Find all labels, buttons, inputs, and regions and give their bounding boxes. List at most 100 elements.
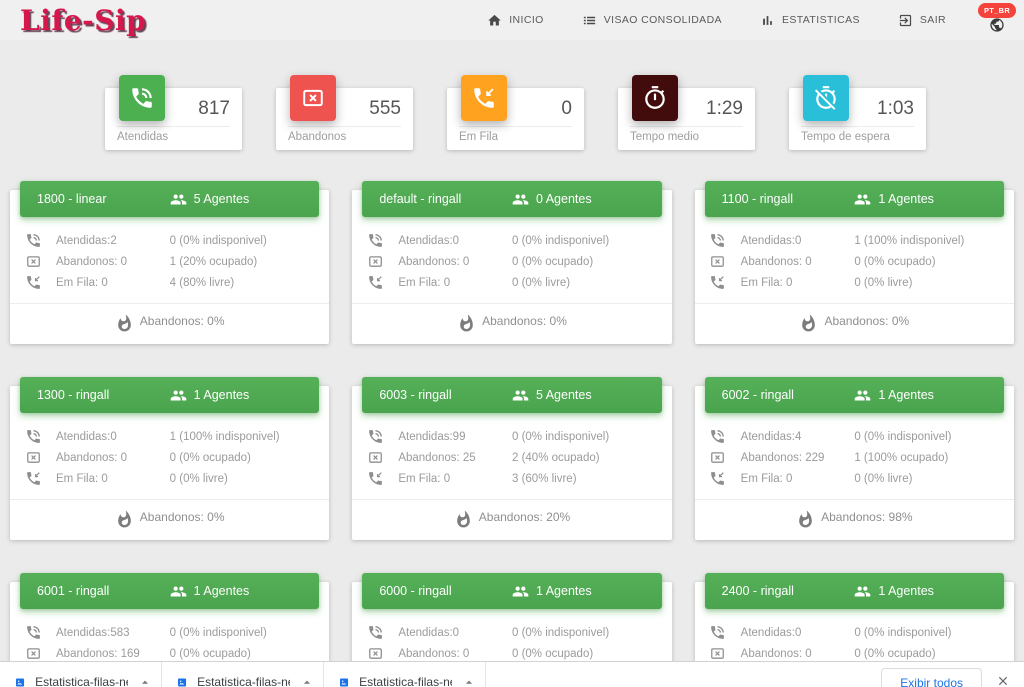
- queue-name: 6000 - ringall: [362, 584, 512, 598]
- queue-abandon-rate: Abandonos: 0%: [824, 314, 909, 328]
- queue-agents: 1 Agentes: [170, 387, 320, 404]
- queue-row-atendidas: Atendidas:583 0 (0% indisponivel): [10, 622, 329, 643]
- queue-agents: 0 Agentes: [512, 191, 662, 208]
- nav-item-sair[interactable]: SAIR: [898, 13, 946, 28]
- stopwatch-off-icon: [803, 75, 849, 121]
- queue-name: 1800 - linear: [20, 192, 170, 206]
- close-icon[interactable]: [996, 674, 1010, 687]
- queue-agents-label: 5 Agentes: [194, 192, 250, 206]
- queue-em-fila: Em Fila: 0: [741, 473, 855, 485]
- image-file-icon: [14, 674, 26, 687]
- globe-icon: [989, 17, 1005, 33]
- phone-ringing-icon: [25, 232, 42, 249]
- missed-call-icon: [709, 253, 726, 270]
- queue-atendidas: Atendidas:583: [56, 627, 170, 639]
- queue-abandonos: Abandonos: 0: [56, 452, 170, 464]
- queue-em-fila: Em Fila: 0: [741, 277, 855, 289]
- phone-ringing-icon: [709, 624, 726, 641]
- queue-abandon-rate: Abandonos: 0%: [140, 510, 225, 524]
- queue-atendidas: Atendidas:0: [398, 627, 512, 639]
- incoming-call-icon: [709, 274, 726, 291]
- queue-row-atendidas: Atendidas:0 0 (0% indisponivel): [352, 622, 671, 643]
- phone-ringing-icon: [25, 624, 42, 641]
- people-icon: [854, 387, 871, 404]
- brand-logo: Life-Sip: [20, 4, 146, 37]
- queue-row-em-fila: Em Fila: 0 0 (0% livre): [695, 468, 1014, 489]
- queue-indisponivel: 0 (0% indisponivel): [170, 627, 330, 639]
- queue-abandon-rate: Abandonos: 20%: [479, 510, 570, 524]
- queue-atendidas: Atendidas:0: [398, 235, 512, 247]
- queue-card: 6002 - ringall 1 Agentes Atendidas:4 0 (…: [695, 386, 1014, 540]
- list-icon: [582, 13, 597, 28]
- queue-agents: 1 Agentes: [854, 583, 1004, 600]
- queue-agents: 1 Agentes: [170, 583, 320, 600]
- phone-ringing-icon: [367, 624, 384, 641]
- flame-icon: [454, 510, 473, 529]
- queue-card-header: 6001 - ringall 1 Agentes: [20, 573, 319, 609]
- queue-card-body: Atendidas:99 0 (0% indisponivel) Abandon…: [352, 413, 671, 489]
- missed-call-icon: [367, 253, 384, 270]
- queue-card: default - ringall 0 Agentes Atendidas:0 …: [352, 190, 671, 344]
- nav-item-label: SAIR: [920, 14, 946, 26]
- nav-item-inicio[interactable]: INICIO: [487, 13, 544, 28]
- queue-card-header: default - ringall 0 Agentes: [362, 181, 661, 217]
- language-selector[interactable]: PT_BR: [984, 7, 1010, 33]
- people-icon: [170, 583, 187, 600]
- show-all-downloads-button[interactable]: Exibir todos: [881, 668, 982, 687]
- missed-call-icon: [25, 253, 42, 270]
- queue-ocupado: 1 (100% ocupado): [854, 452, 1014, 464]
- nav-item-visao-consolidada[interactable]: VISAO CONSOLIDADA: [582, 13, 722, 28]
- queue-row-atendidas: Atendidas:99 0 (0% indisponivel): [352, 426, 671, 447]
- queue-card-body: Atendidas:0 1 (100% indisponivel) Abando…: [10, 413, 329, 489]
- stat-label: Tempo de espera: [789, 127, 926, 143]
- download-item[interactable]: Estatistica-filas-ne....png: [324, 662, 486, 687]
- queue-ocupado: 0 (0% ocupado): [170, 452, 330, 464]
- queue-name: 2400 - ringall: [705, 584, 855, 598]
- queue-abandonos: Abandonos: 0: [741, 256, 855, 268]
- chevron-up-icon[interactable]: [461, 674, 477, 687]
- stat-label: Em Fila: [447, 127, 584, 143]
- queue-indisponivel: 0 (0% indisponivel): [512, 431, 672, 443]
- queue-card-footer: Abandonos: 98%: [695, 499, 1014, 540]
- queue-livre: 0 (0% livre): [170, 473, 330, 485]
- queue-agents: 5 Agentes: [512, 387, 662, 404]
- queue-livre: 3 (60% livre): [512, 473, 672, 485]
- queue-em-fila: Em Fila: 0: [56, 277, 170, 289]
- queue-atendidas: Atendidas:0: [741, 235, 855, 247]
- missed-call-icon: [367, 449, 384, 466]
- bar-chart-icon: [760, 13, 775, 28]
- queue-row-abandonos: Abandonos: 0 0 (0% ocupado): [10, 447, 329, 468]
- queue-atendidas: Atendidas:0: [741, 627, 855, 639]
- queue-em-fila: Em Fila: 0: [56, 473, 170, 485]
- phone-ringing-icon: [25, 428, 42, 445]
- download-filename: Estatistica-filas-ne....png: [35, 675, 128, 687]
- chevron-up-icon[interactable]: [137, 674, 153, 687]
- queue-ocupado: 1 (20% ocupado): [170, 256, 330, 268]
- chevron-up-icon[interactable]: [299, 674, 315, 687]
- queue-card-header: 6000 - ringall 1 Agentes: [362, 573, 661, 609]
- nav-item-estatisticas[interactable]: ESTATISTICAS: [760, 13, 860, 28]
- missed-call-icon: [709, 645, 726, 662]
- nav-item-label: VISAO CONSOLIDADA: [604, 14, 722, 26]
- queue-name: 6002 - ringall: [705, 388, 855, 402]
- queue-ocupado: 0 (0% ocupado): [512, 256, 672, 268]
- download-item[interactable]: Estatistica-filas-ne....png: [162, 662, 324, 687]
- queue-ocupado: 0 (0% ocupado): [512, 648, 672, 660]
- summary-stats: 817 Atendidas 555 Abandonos 0 Em Fila 1:…: [105, 88, 1024, 150]
- queue-card: 1300 - ringall 1 Agentes Atendidas:0 1 (…: [10, 386, 329, 540]
- incoming-call-icon: [25, 274, 42, 291]
- queue-indisponivel: 1 (100% indisponivel): [170, 431, 330, 443]
- queue-abandonos: Abandonos: 25: [398, 452, 512, 464]
- exit-icon: [898, 13, 913, 28]
- queue-row-abandonos: Abandonos: 25 2 (40% ocupado): [352, 447, 671, 468]
- queue-indisponivel: 0 (0% indisponivel): [512, 235, 672, 247]
- queue-card-header: 6003 - ringall 5 Agentes: [362, 377, 661, 413]
- queue-abandonos: Abandonos: 0: [398, 256, 512, 268]
- download-item[interactable]: Estatistica-filas-ne....png: [0, 662, 162, 687]
- queue-indisponivel: 0 (0% indisponivel): [854, 627, 1014, 639]
- phone-ringing-icon: [367, 428, 384, 445]
- queue-atendidas: Atendidas:2: [56, 235, 170, 247]
- queue-atendidas: Atendidas:0: [56, 431, 170, 443]
- queue-row-abandonos: Abandonos: 229 1 (100% ocupado): [695, 447, 1014, 468]
- queue-abandonos: Abandonos: 0: [398, 648, 512, 660]
